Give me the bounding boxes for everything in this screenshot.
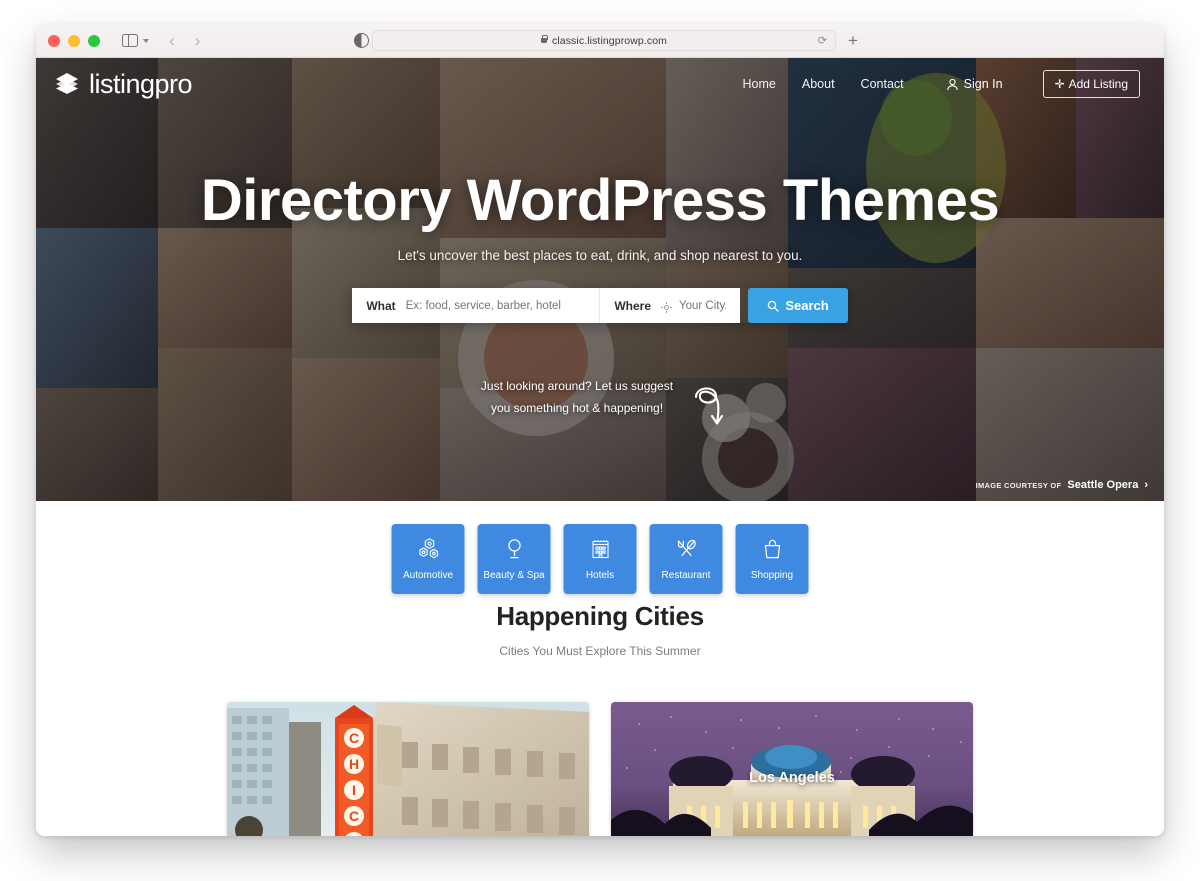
gears-icon xyxy=(418,538,438,559)
svg-text:C: C xyxy=(349,730,359,746)
add-listing-button[interactable]: ✛ Add Listing xyxy=(1042,70,1140,98)
category-label: Automotive xyxy=(402,570,454,581)
category-tile-hotels[interactable]: Hotels xyxy=(563,524,637,594)
category-tiles: Automotive Beauty & Spa Hotels Restauran… xyxy=(391,524,809,594)
new-tab-button[interactable]: + xyxy=(848,32,858,49)
logo-text: listingpro xyxy=(89,68,193,99)
shopping-bag-icon xyxy=(764,539,780,559)
city-card-chicago[interactable]: CH IC A xyxy=(227,702,589,836)
sign-in-label: Sign In xyxy=(963,77,1003,91)
browser-toolbar: ‹ › classic.listingprowp.com ⟳ + xyxy=(36,24,1164,58)
search-bar: What Where xyxy=(352,288,848,323)
site-header: listingpro Home About Contact Sign In ✛ … xyxy=(36,58,1164,110)
back-button[interactable]: ‹ xyxy=(169,32,175,49)
section-title: Happening Cities xyxy=(496,601,704,631)
plus-icon: ✛ xyxy=(1054,77,1065,91)
city-card-los-angeles[interactable]: Los Angeles xyxy=(611,702,973,836)
mirror-icon xyxy=(507,539,521,559)
site-logo[interactable]: listingpro xyxy=(54,68,193,100)
main-navigation: Home About Contact Sign In ✛ Add Listing xyxy=(743,70,1140,98)
geolocate-icon[interactable] xyxy=(661,300,672,313)
svg-text:H: H xyxy=(349,756,359,772)
svg-text:A: A xyxy=(349,834,359,836)
hero-subtitle: Let's uncover the best places to eat, dr… xyxy=(397,248,803,263)
forward-button[interactable]: › xyxy=(195,32,201,49)
hero-content: listingpro Home About Contact Sign In ✛ … xyxy=(36,58,1164,501)
suggestion-block: Just looking around? Let us suggest you … xyxy=(472,375,728,432)
address-bar[interactable]: classic.listingprowp.com ⟳ xyxy=(372,30,836,51)
curved-arrow-icon xyxy=(688,381,728,432)
search-button[interactable]: Search xyxy=(748,288,848,323)
minimize-window-button[interactable] xyxy=(68,34,80,47)
city-name: Los Angeles xyxy=(749,770,835,786)
category-label: Beauty & Spa xyxy=(483,570,545,581)
page-title: Directory WordPress Themes xyxy=(200,168,1000,233)
search-input-where[interactable] xyxy=(679,299,727,312)
nav-item-contact[interactable]: Contact xyxy=(861,77,904,91)
chevron-down-icon xyxy=(143,38,149,43)
building-icon xyxy=(591,540,609,559)
search-what-field[interactable]: What xyxy=(352,288,601,323)
category-label: Restaurant xyxy=(661,570,711,581)
search-button-label: Search xyxy=(785,298,829,313)
maximize-window-button[interactable] xyxy=(88,34,100,47)
browser-window: ‹ › classic.listingprowp.com ⟳ + listing… xyxy=(36,24,1164,836)
chevron-right-icon: › xyxy=(1144,479,1148,491)
search-input-what[interactable] xyxy=(405,299,586,312)
cutlery-icon xyxy=(677,539,696,557)
sign-in-button[interactable]: Sign In xyxy=(946,77,1003,91)
city-photo xyxy=(611,702,973,836)
what-label: What xyxy=(366,298,396,313)
hero-section: listingpro Home About Contact Sign In ✛ … xyxy=(36,58,1164,501)
category-label: Shopping xyxy=(750,570,794,581)
courtesy-link[interactable]: Seattle Opera xyxy=(1067,479,1138,491)
page-viewport: listingpro Home About Contact Sign In ✛ … xyxy=(36,58,1164,836)
category-label: Hotels xyxy=(585,570,615,581)
sidebar-toggle-button[interactable] xyxy=(122,34,149,47)
category-tile-restaurant[interactable]: Restaurant xyxy=(649,524,723,594)
window-controls xyxy=(48,34,100,47)
city-card-grid: CH IC A xyxy=(36,702,1164,836)
category-tile-beauty-spa[interactable]: Beauty & Spa xyxy=(477,524,551,594)
category-tile-shopping[interactable]: Shopping xyxy=(735,524,809,594)
category-tile-automotive[interactable]: Automotive xyxy=(391,524,465,594)
section-subtitle: Cities You Must Explore This Summer xyxy=(499,644,701,658)
url-text: classic.listingprowp.com xyxy=(551,34,668,47)
nav-item-home[interactable]: Home xyxy=(743,77,776,91)
contrast-icon[interactable] xyxy=(354,33,369,48)
where-label: Where xyxy=(614,298,651,313)
nav-item-about[interactable]: About xyxy=(802,77,835,91)
svg-text:C: C xyxy=(349,808,359,824)
courtesy-prefix: IMAGE COURTESY OF xyxy=(975,481,1062,490)
navigation-arrows: ‹ › xyxy=(169,32,200,49)
lock-icon xyxy=(540,34,548,43)
city-photo: CH IC A xyxy=(227,702,589,836)
search-icon xyxy=(768,300,779,312)
close-window-button[interactable] xyxy=(48,34,60,47)
layers-icon xyxy=(54,71,80,97)
svg-text:I: I xyxy=(352,782,356,798)
suggestion-text: Just looking around? Let us suggest you … xyxy=(480,379,674,416)
add-listing-label: Add Listing xyxy=(1068,77,1128,91)
search-where-field[interactable]: Where xyxy=(600,288,741,323)
user-icon xyxy=(946,78,958,90)
image-courtesy: IMAGE COURTESY OF Seattle Opera › xyxy=(976,479,1148,491)
sidebar-toggle-icon xyxy=(122,34,138,47)
reload-icon[interactable]: ⟳ xyxy=(818,34,827,47)
